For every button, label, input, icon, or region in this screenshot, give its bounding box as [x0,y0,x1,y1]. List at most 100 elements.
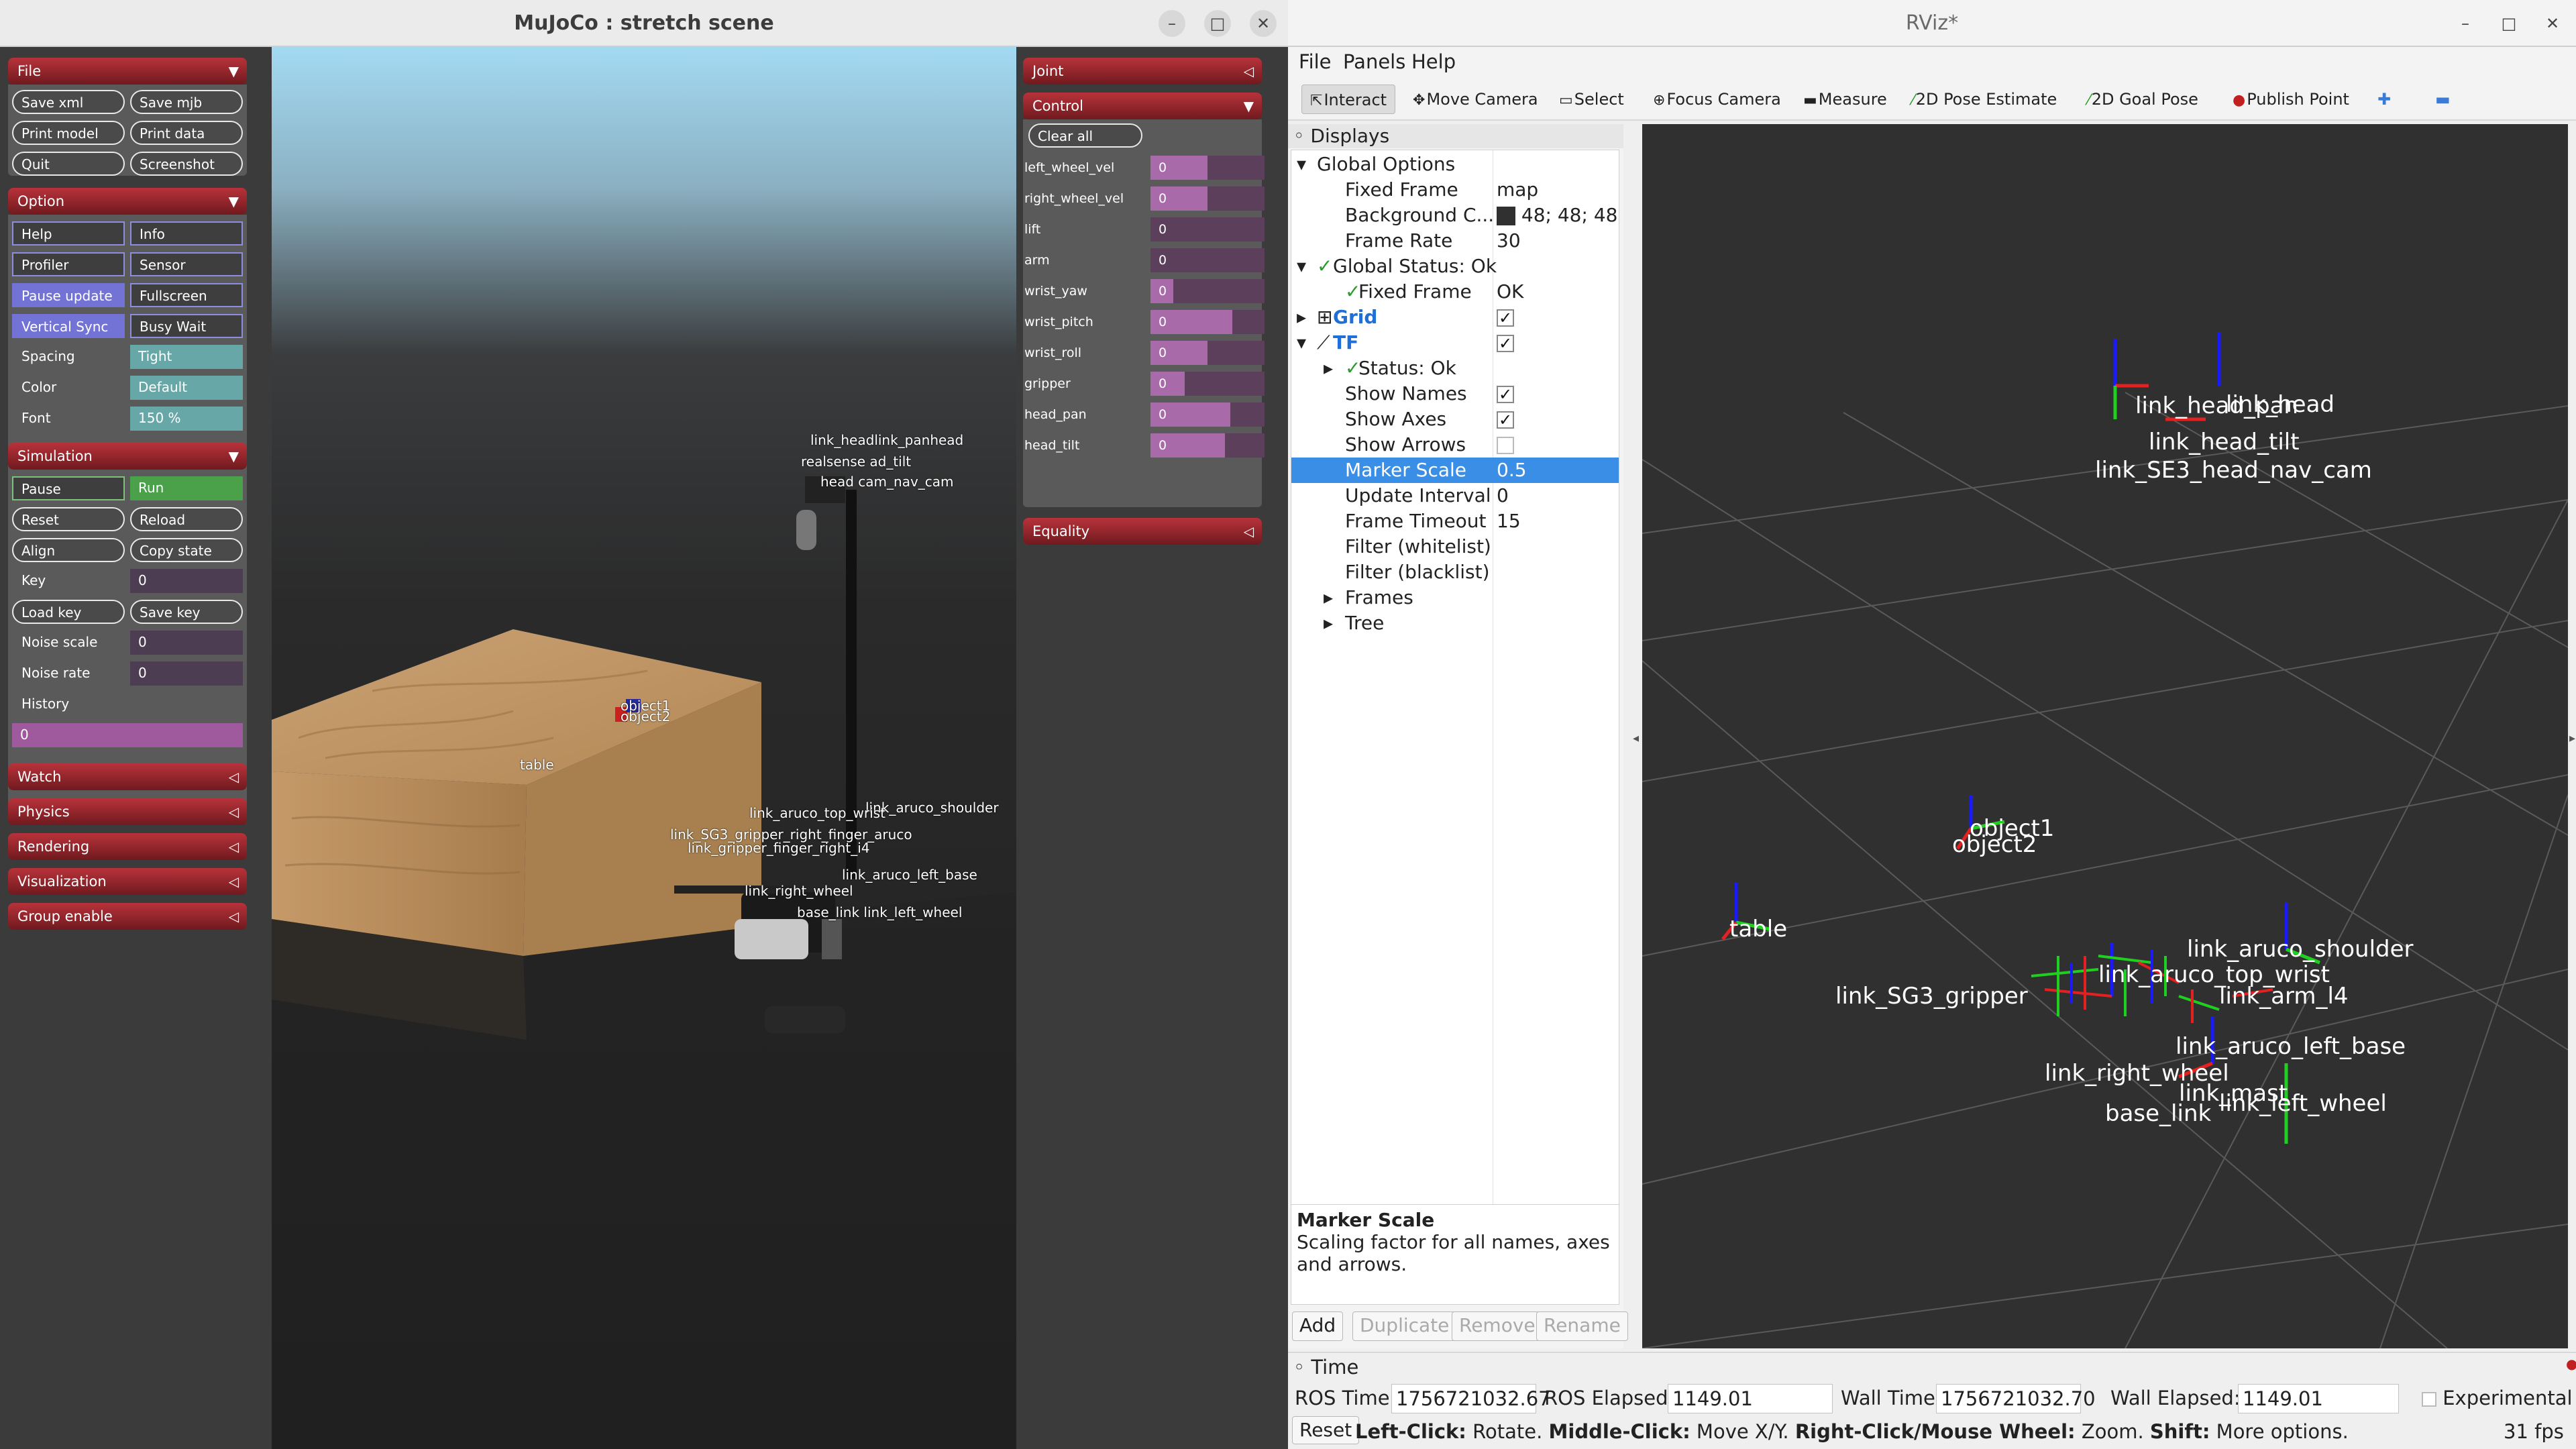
file-section-header[interactable]: File ▼ [8,58,247,85]
group-enable-section-header[interactable]: Group enable ◁ [8,903,247,930]
option-section-header[interactable]: Option ▼ [8,188,247,215]
quit-button[interactable]: Quit [12,152,125,176]
reset-time-button[interactable]: Reset [1292,1416,1360,1444]
ros-time-field[interactable]: 1756721032.67 [1391,1384,1551,1413]
add-tool-icon[interactable]: ✚ [2375,85,2391,114]
control-slider[interactable]: 0 [1150,341,1265,365]
close-icon[interactable]: ✕ [2539,10,2566,37]
noise-rate-input[interactable]: 0 [130,661,243,686]
publish-point-tool[interactable]: ●Publish Point [2230,85,2349,114]
equality-section-header[interactable]: Equality ◁ [1023,518,1262,545]
control-slider[interactable]: 0 [1150,279,1265,303]
ros-elapsed-field[interactable]: 1149.01 [1668,1384,1833,1413]
physics-section-header[interactable]: Physics ◁ [8,798,247,825]
minimize-icon[interactable]: – [2452,10,2479,37]
vertical-sync-toggle[interactable]: Vertical Sync [12,314,125,338]
control-slider[interactable]: 0 [1150,186,1265,211]
show-axes-row[interactable]: Show Axes ✓ [1291,407,1619,432]
frame-rate-row[interactable]: Frame Rate 30 [1291,228,1619,254]
splitter-handle-icon[interactable]: ▸ [2569,731,2575,745]
control-slider[interactable]: 0 [1150,433,1265,458]
focus-camera-tool[interactable]: ⊕Focus Camera [1650,85,1781,114]
rendering-section-header[interactable]: Rendering ◁ [8,833,247,860]
tf-display-row[interactable]: ▾ ⟋ TF ✓ [1291,330,1619,356]
frames-row[interactable]: ▸ Frames [1291,585,1619,610]
update-interval-row[interactable]: Update Interval 0 [1291,483,1619,508]
frame-timeout-row[interactable]: Frame Timeout 15 [1291,508,1619,534]
visualization-section-header[interactable]: Visualization ◁ [8,868,247,895]
splitter-handle-icon[interactable]: ◂ [1633,731,1639,745]
color-select[interactable]: Default [130,376,243,400]
show-arrows-checkbox[interactable] [1497,437,1514,454]
run-radio[interactable]: Run [130,476,243,500]
print-data-button[interactable]: Print data [130,121,243,145]
control-slider[interactable]: 0 [1150,402,1265,427]
copy-state-button[interactable]: Copy state [130,538,243,562]
print-model-button[interactable]: Print model [12,121,125,145]
watch-section-header[interactable]: Watch ◁ [8,763,247,790]
control-slider[interactable]: 0 [1150,217,1265,241]
rename-display-button[interactable]: Rename [1536,1311,1628,1341]
experimental-checkbox[interactable]: Experimental [2422,1387,2573,1409]
screenshot-button[interactable]: Screenshot [130,152,243,176]
joint-section-header[interactable]: Joint ◁ [1023,58,1262,85]
remove-tool-icon[interactable]: ▬ [2432,85,2451,114]
show-arrows-row[interactable]: Show Arrows [1291,432,1619,458]
remove-display-button[interactable]: Remove [1452,1311,1543,1341]
maximize-icon[interactable]: □ [2496,10,2522,37]
pause-update-toggle[interactable]: Pause update [12,283,125,307]
clear-all-button[interactable]: Clear all [1028,123,1142,148]
displays-tree[interactable]: ▾ Global Options Fixed Frame map Backgroun… [1291,150,1619,1223]
spacing-select[interactable]: Tight [130,345,243,369]
fixed-frame-row[interactable]: Fixed Frame map [1291,177,1619,203]
key-input[interactable]: 0 [130,569,243,593]
tree-row[interactable]: ▸ Tree [1291,610,1619,636]
close-panel-icon[interactable]: ● [2566,1356,2576,1372]
global-options-row[interactable]: ▾ Global Options [1291,152,1619,177]
grid-display-row[interactable]: ▸ ⊞ Grid ✓ [1291,305,1619,330]
wall-time-field[interactable]: 1756721032.70 [1936,1384,2096,1413]
control-slider[interactable]: 0 [1150,248,1265,272]
simulation-section-header[interactable]: Simulation ▼ [8,443,247,470]
menu-panels[interactable]: Panels [1343,50,1405,73]
info-toggle[interactable]: Info [130,221,243,246]
filter-blacklist-row[interactable]: Filter (blacklist) [1291,559,1619,585]
control-slider[interactable]: 0 [1150,372,1265,396]
show-axes-checkbox[interactable]: ✓ [1497,411,1514,429]
pose-estimate-tool[interactable]: ⁄2D Pose Estimate [1909,85,2057,114]
control-section-header[interactable]: Control ▼ [1023,93,1262,119]
filter-whitelist-row[interactable]: Filter (whitelist) [1291,534,1619,559]
history-slider[interactable]: 0 [12,723,243,747]
close-icon[interactable]: ✕ [1250,10,1277,37]
reset-button[interactable]: Reset [12,507,125,531]
measure-tool[interactable]: ▬Measure [1801,85,1887,114]
goal-pose-tool[interactable]: ⁄2D Goal Pose [2085,85,2198,114]
menu-help[interactable]: Help [1411,50,1456,73]
minimize-icon[interactable]: – [1159,10,1185,37]
move-camera-tool[interactable]: ✥Move Camera [1410,85,1538,114]
profiler-toggle[interactable]: Profiler [12,252,125,276]
save-key-button[interactable]: Save key [130,600,243,624]
grid-enabled-checkbox[interactable]: ✓ [1497,309,1514,327]
fullscreen-toggle[interactable]: Fullscreen [130,283,243,307]
interact-tool[interactable]: ⇱Interact [1301,85,1396,114]
show-names-checkbox[interactable]: ✓ [1497,386,1514,403]
busy-wait-toggle[interactable]: Busy Wait [130,314,243,338]
control-slider[interactable]: 0 [1150,310,1265,334]
reload-button[interactable]: Reload [130,507,243,531]
menu-file[interactable]: File [1299,50,1332,73]
global-status-row[interactable]: ▾ ✓ Global Status: Ok [1291,254,1619,279]
control-slider[interactable]: 0 [1150,156,1265,180]
background-color-row[interactable]: Background C... 48; 48; 48 [1291,203,1619,228]
tf-status-row[interactable]: ▸ ✓ Status: Ok [1291,356,1619,381]
maximize-icon[interactable]: □ [1204,10,1231,37]
wall-elapsed-field[interactable]: 1149.01 [2238,1384,2399,1413]
duplicate-display-button[interactable]: Duplicate [1352,1311,1457,1341]
status-fixed-frame-row[interactable]: ✓ Fixed Frame OK [1291,279,1619,305]
mujoco-3d-viewport[interactable]: link_headlink_panhead realsense ad_tilt … [272,47,1016,1449]
select-tool[interactable]: ▭Select [1556,85,1624,114]
pause-radio[interactable]: Pause [12,476,125,500]
marker-scale-row[interactable]: Marker Scale 0.5 [1291,458,1619,483]
font-select[interactable]: 150 % [130,407,243,431]
tf-enabled-checkbox[interactable]: ✓ [1497,335,1514,352]
